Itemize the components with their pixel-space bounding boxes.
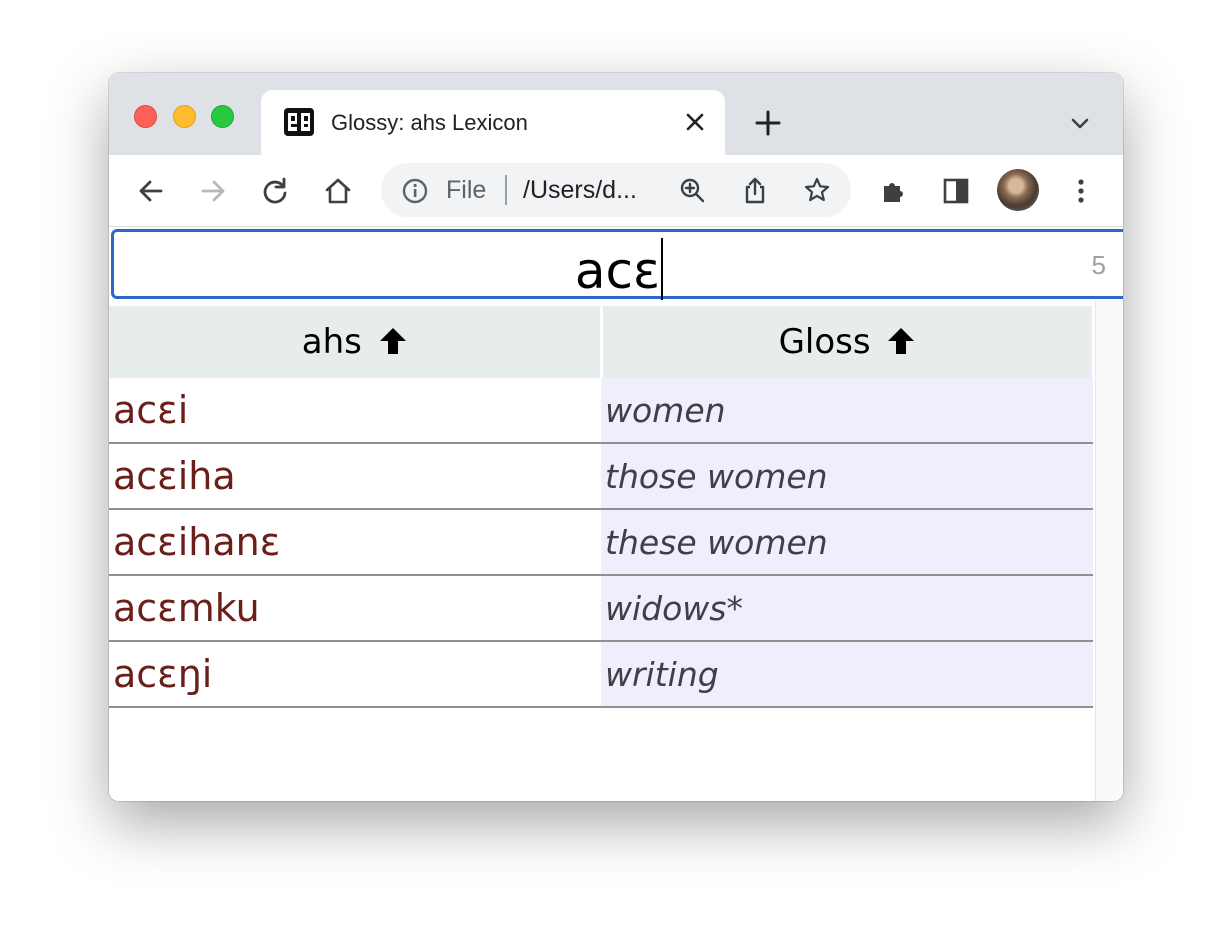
home-icon[interactable] (321, 174, 355, 208)
zoom-window-button[interactable] (211, 105, 234, 128)
browser-window: Glossy: ahs Lexicon File /Users/d... acɛ… (109, 73, 1123, 801)
word-cell[interactable]: acɛŋi (109, 641, 601, 708)
column-header-label: ahs (301, 322, 362, 362)
lexicon-search-input[interactable]: acɛ 5 (111, 229, 1123, 300)
lexicon-table: ahs Gloss acɛi women acɛiha those women … (109, 306, 1095, 708)
address-bar[interactable]: File /Users/d... (381, 163, 851, 217)
table-row[interactable]: acɛi women (109, 378, 1093, 444)
tab-title: Glossy: ahs Lexicon (331, 110, 528, 135)
gloss-cell[interactable]: those women (601, 443, 1093, 510)
info-icon[interactable] (401, 177, 429, 205)
column-header-ahs[interactable]: ahs (109, 306, 603, 378)
reload-icon[interactable] (258, 174, 292, 208)
word-cell[interactable]: acɛi (109, 378, 601, 444)
close-window-button[interactable] (134, 105, 157, 128)
text-caret (661, 238, 664, 300)
minimize-window-button[interactable] (173, 105, 196, 128)
glossy-favicon-icon (284, 108, 314, 136)
word-cell[interactable]: acɛmku (109, 575, 601, 642)
gloss-cell[interactable]: writing (601, 641, 1093, 708)
share-icon[interactable] (741, 176, 769, 204)
url-text[interactable]: /Users/d... (523, 176, 637, 205)
zoom-in-icon[interactable] (678, 176, 706, 204)
column-header-gloss[interactable]: Gloss (601, 306, 1095, 378)
browser-toolbar: File /Users/d... (109, 155, 1123, 227)
gloss-cell[interactable]: these women (601, 509, 1093, 576)
chevron-down-icon[interactable] (1067, 111, 1093, 137)
word-cell[interactable]: acɛihanɛ (109, 509, 601, 576)
profile-avatar[interactable] (997, 169, 1039, 211)
scrollbar[interactable] (1095, 301, 1123, 801)
result-count: 5 (1091, 250, 1106, 280)
word-cell[interactable]: acɛiha (109, 443, 601, 510)
tab-close-icon[interactable] (681, 108, 709, 136)
gloss-cell[interactable]: women (601, 378, 1093, 444)
extensions-puzzle-icon[interactable] (877, 174, 911, 208)
new-tab-icon[interactable] (753, 108, 783, 138)
search-input-text[interactable]: acɛ (114, 238, 1123, 300)
column-header-label: Gloss (778, 322, 871, 362)
side-panel-icon[interactable] (939, 174, 973, 208)
back-arrow-icon[interactable] (134, 174, 168, 208)
table-row[interactable]: acɛiha those women (109, 443, 1093, 510)
sort-arrow-up-icon[interactable] (379, 326, 407, 356)
tab-strip: Glossy: ahs Lexicon (109, 73, 1123, 155)
page-content: acɛ 5 ahs Gloss acɛi women acɛiha those … (109, 227, 1123, 801)
forward-arrow-icon[interactable] (196, 174, 230, 208)
more-menu-icon[interactable] (1064, 174, 1098, 208)
omnibox-divider (505, 175, 507, 205)
tab-active[interactable]: Glossy: ahs Lexicon (261, 90, 725, 155)
table-row[interactable]: acɛŋi writing (109, 641, 1093, 708)
sort-arrow-up-icon[interactable] (887, 326, 915, 356)
table-row[interactable]: acɛmku widows* (109, 575, 1093, 642)
table-row[interactable]: acɛihanɛ these women (109, 509, 1093, 576)
url-scheme-label: File (446, 176, 487, 204)
bookmark-star-icon[interactable] (803, 176, 831, 204)
gloss-cell[interactable]: widows* (601, 575, 1093, 642)
